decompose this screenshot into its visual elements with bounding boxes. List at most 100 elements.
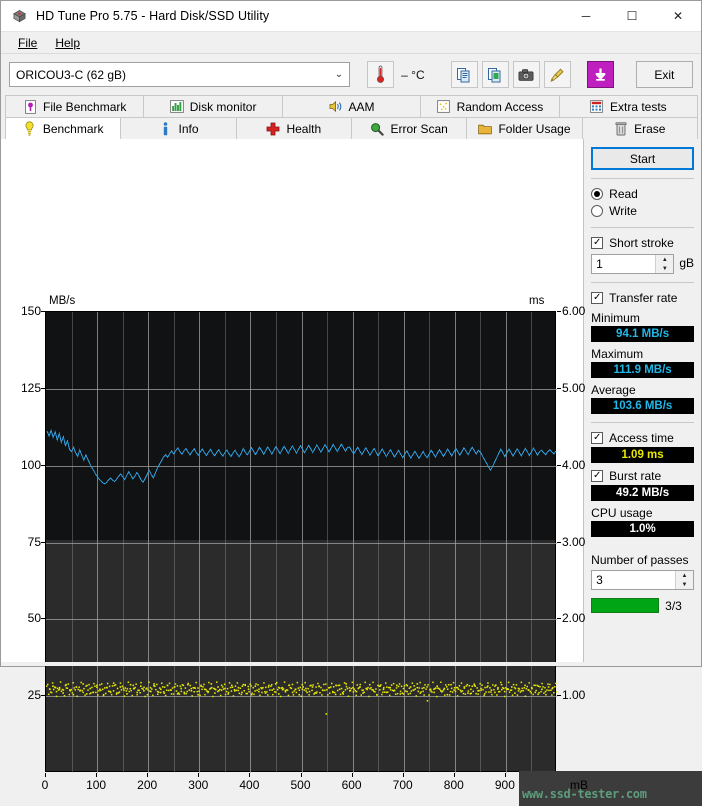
tab-benchmark[interactable]: Benchmark xyxy=(5,117,121,139)
cpu-usage-label: CPU usage xyxy=(591,506,694,520)
short-stroke-stepper-row: 1 ▲ ▼ gB xyxy=(591,251,694,274)
plot-area xyxy=(45,311,556,772)
radio-read-label: Read xyxy=(609,187,638,201)
y-tick-left: 25 xyxy=(1,688,41,702)
stepper-down-icon[interactable]: ▼ xyxy=(656,264,673,273)
checkbox-transfer-rate[interactable]: ✓ Transfer rate xyxy=(591,289,694,306)
tab-file-benchmark[interactable]: File Benchmark xyxy=(5,95,144,117)
y-tick-mark-right xyxy=(557,465,561,466)
y-tick-mark-right xyxy=(557,542,561,543)
x-tick-mark xyxy=(249,773,250,777)
checkmark-icon: ✓ xyxy=(591,292,603,304)
stepper-down-icon[interactable]: ▼ xyxy=(676,580,693,589)
menu-help-label: Help xyxy=(55,36,80,50)
tab-health-label: Health xyxy=(286,122,321,136)
x-tick-mark xyxy=(403,773,404,777)
passes-label: Number of passes xyxy=(591,553,694,567)
divider xyxy=(591,422,694,423)
stepper-arrows[interactable]: ▲ ▼ xyxy=(655,255,673,273)
x-tick: 100 xyxy=(86,778,106,792)
drive-select[interactable]: ORICOU3-C (62 gB) ⌄ xyxy=(9,62,350,87)
info-icon xyxy=(158,122,172,136)
passes-stepper[interactable]: 3 ▲ ▼ xyxy=(591,570,694,590)
tab-disk-monitor-label: Disk monitor xyxy=(190,100,257,114)
close-button[interactable]: ✕ xyxy=(655,1,701,32)
exit-button[interactable]: Exit xyxy=(636,61,693,88)
radio-read[interactable]: Read xyxy=(591,185,694,202)
trash-icon xyxy=(614,122,628,136)
x-tick-mark xyxy=(96,773,97,777)
copy-icon[interactable] xyxy=(451,61,478,88)
random-access-icon xyxy=(437,100,451,114)
minimum-label: Minimum xyxy=(591,311,694,325)
tab-health[interactable]: Health xyxy=(236,117,352,139)
checkmark-icon: ✓ xyxy=(591,432,603,444)
y-tick-mark-right xyxy=(557,311,561,312)
y-tick-mark-right xyxy=(557,695,561,696)
stepper-up-icon[interactable]: ▲ xyxy=(676,571,693,580)
site-watermark: www.ssd-tester.com xyxy=(522,787,647,801)
folder-icon xyxy=(478,122,492,136)
title-bar: HD Tune Pro 5.75 - Hard Disk/SSD Utility… xyxy=(1,1,701,32)
y-tick-right: 4.00 xyxy=(562,458,604,472)
tab-bar: File Benchmark Disk monitor xyxy=(1,95,701,139)
checkbox-access-time[interactable]: ✓ Access time xyxy=(591,429,694,446)
x-tick: 200 xyxy=(137,778,157,792)
stepper-arrows[interactable]: ▲ ▼ xyxy=(675,571,693,589)
download-icon[interactable] xyxy=(587,61,614,88)
y-tick-right: 6.00 xyxy=(562,304,604,318)
stepper-up-icon[interactable]: ▲ xyxy=(656,255,673,264)
x-tick: 500 xyxy=(290,778,310,792)
checkmark-icon: ✓ xyxy=(591,237,603,249)
minimize-button[interactable]: ─ xyxy=(563,1,609,32)
tab-aam[interactable]: AAM xyxy=(282,95,421,117)
radio-write[interactable]: Write xyxy=(591,202,694,219)
hd-tune-window: HD Tune Pro 5.75 - Hard Disk/SSD Utility… xyxy=(0,0,702,667)
temperature-value: – °C xyxy=(401,68,424,82)
tab-folder-usage-label: Folder Usage xyxy=(498,122,570,136)
tab-info-label: Info xyxy=(178,122,198,136)
y-tick-left: 100 xyxy=(1,458,41,472)
burst-rate-label: Burst rate xyxy=(609,469,661,483)
tab-extra-tests[interactable]: Extra tests xyxy=(559,95,698,117)
x-tick: 600 xyxy=(342,778,362,792)
tab-erase-label: Erase xyxy=(634,122,665,136)
tab-folder-usage[interactable]: Folder Usage xyxy=(466,117,582,139)
x-tick-mark xyxy=(352,773,353,777)
tab-disk-monitor[interactable]: Disk monitor xyxy=(143,95,282,117)
menu-file[interactable]: File xyxy=(9,34,46,52)
radio-write-icon xyxy=(591,205,603,217)
tab-benchmark-label: Benchmark xyxy=(43,122,104,136)
thermometer-icon xyxy=(367,61,394,88)
average-label: Average xyxy=(591,383,694,397)
radio-read-icon xyxy=(591,188,603,200)
window-title: HD Tune Pro 5.75 - Hard Disk/SSD Utility xyxy=(36,9,269,23)
x-tick-mark xyxy=(45,773,46,777)
copy-disk-icon[interactable] xyxy=(482,61,509,88)
start-button[interactable]: Start xyxy=(591,147,694,170)
short-stroke-stepper[interactable]: 1 ▲ ▼ xyxy=(591,254,674,274)
x-tick-mark xyxy=(454,773,455,777)
menu-help[interactable]: Help xyxy=(46,34,89,52)
camera-icon[interactable] xyxy=(513,61,540,88)
checkbox-short-stroke[interactable]: ✓ Short stroke xyxy=(591,234,694,251)
download-group xyxy=(587,61,614,88)
content-area: MB/s ms 255075100125150 1.002.003.004.00… xyxy=(1,139,701,666)
exit-button-label: Exit xyxy=(654,68,674,82)
checkbox-burst-rate[interactable]: ✓ Burst rate xyxy=(591,467,694,484)
tab-erase[interactable]: Erase xyxy=(582,117,698,139)
tab-error-scan-label: Error Scan xyxy=(390,122,447,136)
tab-info[interactable]: Info xyxy=(120,117,236,139)
tab-random-access[interactable]: Random Access xyxy=(420,95,559,117)
tab-error-scan[interactable]: Error Scan xyxy=(351,117,467,139)
transfer-rate-label: Transfer rate xyxy=(609,291,677,305)
y-tick-left: 75 xyxy=(1,535,41,549)
progress-row: 3/3 xyxy=(591,598,694,613)
maximize-button[interactable]: ☐ xyxy=(609,1,655,32)
broom-icon[interactable] xyxy=(544,61,571,88)
window-controls: ─ ☐ ✕ xyxy=(563,1,701,32)
lightbulb-icon xyxy=(23,122,37,136)
drive-select-value: ORICOU3-C (62 gB) xyxy=(16,68,126,82)
x-tick: 900 xyxy=(495,778,515,792)
divider xyxy=(591,227,694,228)
